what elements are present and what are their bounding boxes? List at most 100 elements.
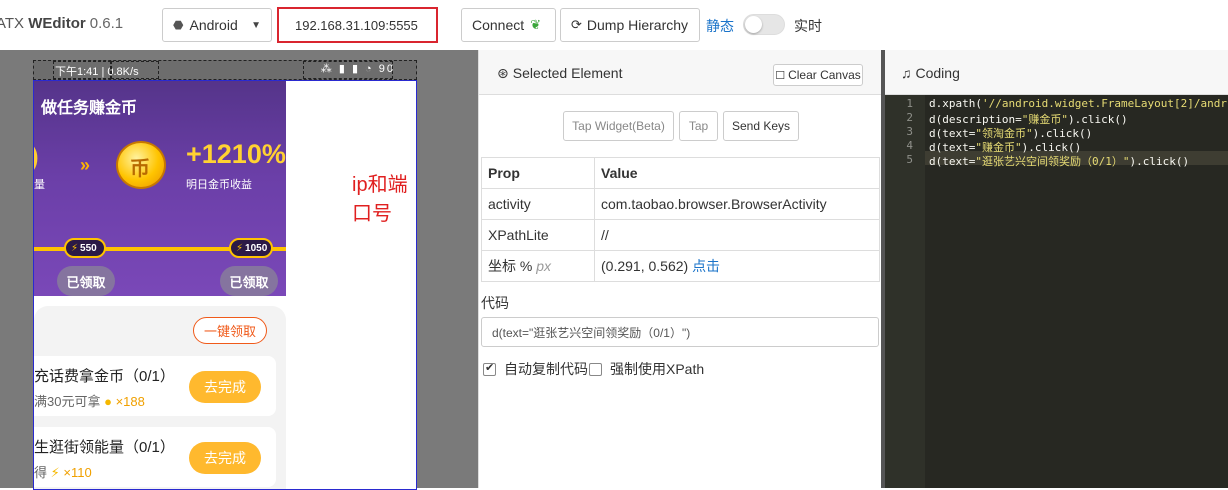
one-click-claim-button[interactable]: 一键领取 xyxy=(193,317,267,344)
element-outline xyxy=(303,61,393,79)
task-subtitle: 得 ⚡ ×110 xyxy=(34,462,92,481)
prop-value: (0.291, 0.562) 点击 xyxy=(594,250,880,282)
dump-hierarchy-button[interactable]: ⟳ Dump Hierarchy xyxy=(560,8,700,42)
lightning-icon: ⚡ xyxy=(71,242,79,254)
code-field-value: d(text="逛张艺兴空间领奖励（0/1）") xyxy=(492,325,691,340)
task-title: 生逛街领能量（0/1） xyxy=(34,439,175,456)
claimed-label: 已领取 xyxy=(229,274,269,290)
task-desc: 满30元可拿 xyxy=(34,394,101,409)
prop-name: 坐标 % px xyxy=(481,250,595,282)
coding-header: ♫ Coding xyxy=(885,50,1228,95)
prop-name: activity xyxy=(481,188,595,220)
line-number: 1 xyxy=(906,97,913,110)
table-header-row: Prop Value xyxy=(481,157,880,189)
column-header-value: Value xyxy=(594,157,880,189)
refresh-icon: ⟳ xyxy=(571,17,582,32)
code-field[interactable]: d(text="逛张艺兴空间领奖励（0/1）") xyxy=(481,317,879,347)
claimed-label: 已领取 xyxy=(66,274,106,290)
task-item[interactable]: 生逛街领能量（0/1） 得 ⚡ ×110 去完成 xyxy=(34,427,276,487)
android-icon: ⬣ xyxy=(173,18,184,32)
device-screen[interactable]: 做任务赚金币 ) 量 » +1210% 明日金币收益 ⚡ 550 ⚡ 1050 … xyxy=(33,80,417,490)
coord-value: (0.291, 0.562) xyxy=(601,258,689,274)
connect-label: Connect xyxy=(472,17,525,33)
table-row: XPathLite // xyxy=(481,219,880,251)
px-toggle[interactable]: px xyxy=(536,258,551,274)
auto-copy-label: 自动复制代码 xyxy=(504,361,588,377)
element-outline xyxy=(53,61,111,79)
coding-title: ♫ Coding xyxy=(901,65,960,81)
tap-button[interactable]: Tap xyxy=(679,111,718,141)
connect-button[interactable]: Connect ❦ xyxy=(461,8,556,42)
force-xpath-option[interactable]: 强制使用XPath xyxy=(589,359,704,379)
device-screen-panel: 下午1:41 | 0.8K/s ⁂ ▮ ▮ ◔ 90 做任务赚金币 ) 量 » … xyxy=(0,50,478,490)
toolbar: ATX WEditor0.6.1 ⬣ Android ▼ 192.168.31.… xyxy=(0,0,1228,50)
task-reward: ×188 xyxy=(115,394,145,409)
coding-title-text: Coding xyxy=(915,65,960,81)
realtime-mode-label: 实时 xyxy=(794,18,822,34)
dump-hierarchy-label: Dump Hierarchy xyxy=(586,17,689,33)
tap-label: Tap xyxy=(688,119,709,133)
clear-canvas-label: Clear Canvas xyxy=(788,68,861,82)
ip-address-value: 192.168.31.109:5555 xyxy=(295,17,418,33)
annotation-label: ip和端口号 xyxy=(352,174,408,225)
task-desc: 得 xyxy=(34,465,48,480)
coord-label: 坐标 % xyxy=(488,258,533,274)
double-arrow-icon: » xyxy=(80,155,91,175)
code-label: 代码 xyxy=(481,295,509,311)
task-list: 一键领取 充话费拿金币（0/1） 满30元可拿 ● ×188 去完成 生逛街领能… xyxy=(34,306,286,489)
send-keys-label: Send Keys xyxy=(731,119,791,133)
gold-task-banner[interactable]: 做任务赚金币 ) 量 » +1210% 明日金币收益 ⚡ 550 ⚡ 1050 … xyxy=(34,81,286,296)
code-line[interactable]: d.xpath('//android.widget.FrameLayout[2]… xyxy=(929,97,1227,110)
go-complete-button[interactable]: 去完成 xyxy=(189,371,261,403)
target-icon: ⊛ xyxy=(497,65,509,81)
task-title: 充话费拿金币（0/1） xyxy=(34,368,175,385)
prop-name: XPathLite xyxy=(481,219,595,251)
inspector-header: ⊛ Selected Element ☐ Clear Canvas xyxy=(479,50,882,95)
inspector-panel: ⊛ Selected Element ☐ Clear Canvas Tap Widg… xyxy=(478,50,882,488)
coord-click-link[interactable]: 点击 xyxy=(692,258,720,274)
task-reward: ×110 xyxy=(63,465,92,480)
one-click-label: 一键领取 xyxy=(203,324,256,339)
platform-select[interactable]: ⬣ Android ▼ xyxy=(162,8,272,42)
send-keys-button[interactable]: Send Keys xyxy=(723,111,799,141)
task-subtitle: 满30元可拿 ● ×188 xyxy=(34,391,145,410)
table-row: 坐标 % px (0.291, 0.562) 点击 xyxy=(481,250,880,282)
tap-widget-button[interactable]: Tap Widget(Beta) xyxy=(563,111,674,141)
auto-copy-checkbox[interactable] xyxy=(483,361,496,376)
go-complete-label: 去完成 xyxy=(204,450,246,466)
app-name: WEditor xyxy=(28,15,86,32)
element-outline xyxy=(111,61,159,79)
go-complete-button[interactable]: 去完成 xyxy=(189,442,261,474)
platform-value: Android xyxy=(189,17,238,33)
auto-copy-option[interactable]: 自动复制代码 xyxy=(483,359,588,379)
claimed-button[interactable]: 已领取 xyxy=(220,266,278,296)
banner-caption: 明日金币收益 xyxy=(186,179,252,191)
code-string: "逛张艺兴空间领奖励（0/1）" xyxy=(975,155,1130,168)
inspector-title: ⊛ Selected Element xyxy=(497,65,622,82)
milestone-badge: ⚡ 550 xyxy=(64,238,106,258)
realtime-toggle[interactable] xyxy=(743,14,785,35)
static-mode-label: 静态 xyxy=(706,18,734,34)
banner-left-caption: 量 xyxy=(34,179,45,191)
column-header-prop: Prop xyxy=(481,157,595,189)
prop-value[interactable]: com.taobao.browser.BrowserActivity xyxy=(594,188,880,220)
claimed-button[interactable]: 已领取 xyxy=(57,266,115,296)
code-line[interactable]: d(text="逛张艺兴空间领奖励（0/1）").click() xyxy=(929,153,1189,169)
banner-left-value: ) xyxy=(34,141,39,172)
milestone-value: 550 xyxy=(80,242,97,254)
task-item[interactable]: 充话费拿金币（0/1） 满30元可拿 ● ×188 去完成 xyxy=(34,356,276,416)
milestone-value: 1050 xyxy=(245,242,268,254)
milestone-badge: ⚡ 1050 xyxy=(229,238,273,258)
app-title: ATX WEditor0.6.1 xyxy=(0,15,123,32)
inspector-title-text: Selected Element xyxy=(512,65,623,81)
prop-value[interactable]: // xyxy=(594,219,880,251)
clear-canvas-button[interactable]: ☐ Clear Canvas xyxy=(773,64,863,86)
force-xpath-checkbox[interactable] xyxy=(589,362,602,376)
coin-icon: ● xyxy=(104,394,112,409)
app-name-prefix: ATX xyxy=(0,15,25,32)
caret-down-icon: ▼ xyxy=(251,19,261,31)
line-number: 2 xyxy=(906,111,913,124)
code-token: d(text= xyxy=(929,155,976,168)
wheat-icon: ❦ xyxy=(530,17,542,32)
ip-address-input[interactable]: 192.168.31.109:5555 xyxy=(277,7,438,43)
